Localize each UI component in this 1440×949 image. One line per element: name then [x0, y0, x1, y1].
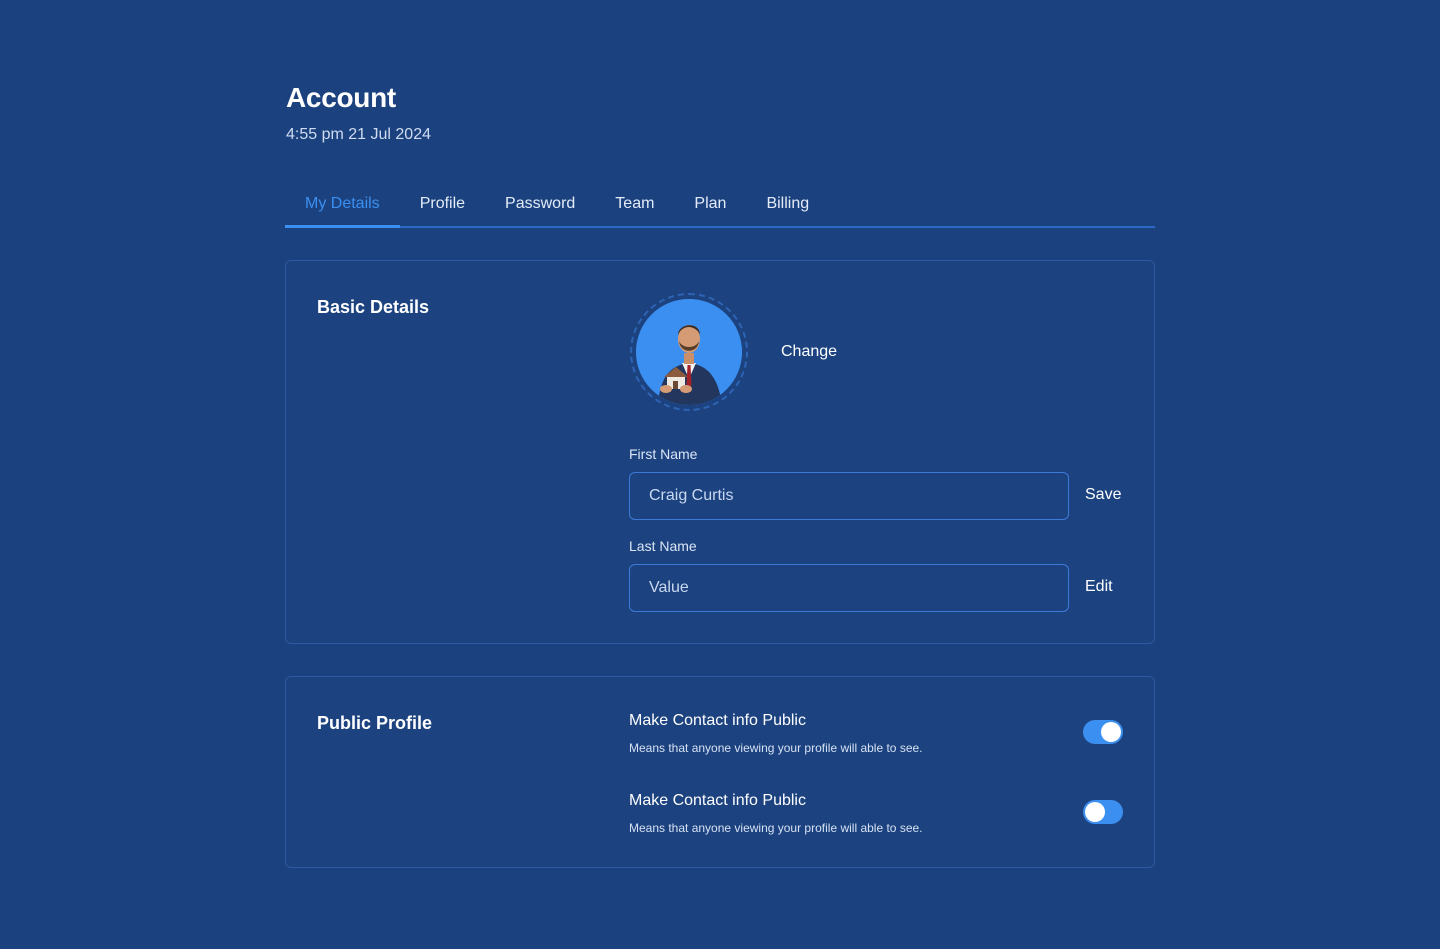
contact-public-toggle-2[interactable] [1083, 800, 1123, 824]
pref-description: Means that anyone viewing your profile w… [629, 741, 923, 755]
tab-team[interactable]: Team [595, 186, 674, 228]
avatar [636, 299, 742, 405]
first-name-input[interactable] [629, 472, 1069, 520]
tab-bar: My Details Profile Password Team Plan Bi… [285, 186, 1155, 228]
account-page: Account 4:55 pm 21 Jul 2024 My Details P… [0, 0, 1440, 949]
basic-details-title: Basic Details [317, 297, 430, 317]
tab-my-details[interactable]: My Details [285, 186, 400, 228]
pref-title: Make Contact info Public [629, 792, 806, 809]
basic-details-card: Basic Details Change First Name Craig Cu… [285, 260, 1155, 644]
toggle-knob [1101, 722, 1121, 742]
tab-profile[interactable]: Profile [400, 186, 485, 228]
tab-plan[interactable]: Plan [674, 186, 746, 228]
public-profile-card: Public Profile Make Contact info Public … [285, 676, 1155, 868]
avatar-frame[interactable] [630, 293, 748, 411]
last-name-label: Last Name [629, 538, 697, 554]
change-avatar-button[interactable]: Change [781, 343, 837, 361]
public-profile-title: Public Profile [317, 713, 433, 733]
edit-button[interactable]: Edit [1085, 578, 1113, 596]
datetime-text: 4:55 pm 21 Jul 2024 [286, 126, 431, 143]
contact-public-toggle-1[interactable] [1083, 720, 1123, 744]
save-button[interactable]: Save [1085, 486, 1121, 504]
tab-password[interactable]: Password [485, 186, 595, 228]
tab-billing[interactable]: Billing [746, 186, 829, 228]
last-name-input[interactable] [629, 564, 1069, 612]
page-title: Account [286, 82, 396, 113]
user-photo-icon [636, 299, 742, 405]
first-name-label: First Name [629, 446, 698, 462]
toggle-knob [1085, 802, 1105, 822]
pref-description: Means that anyone viewing your profile w… [629, 821, 923, 835]
pref-title: Make Contact info Public [629, 712, 806, 729]
